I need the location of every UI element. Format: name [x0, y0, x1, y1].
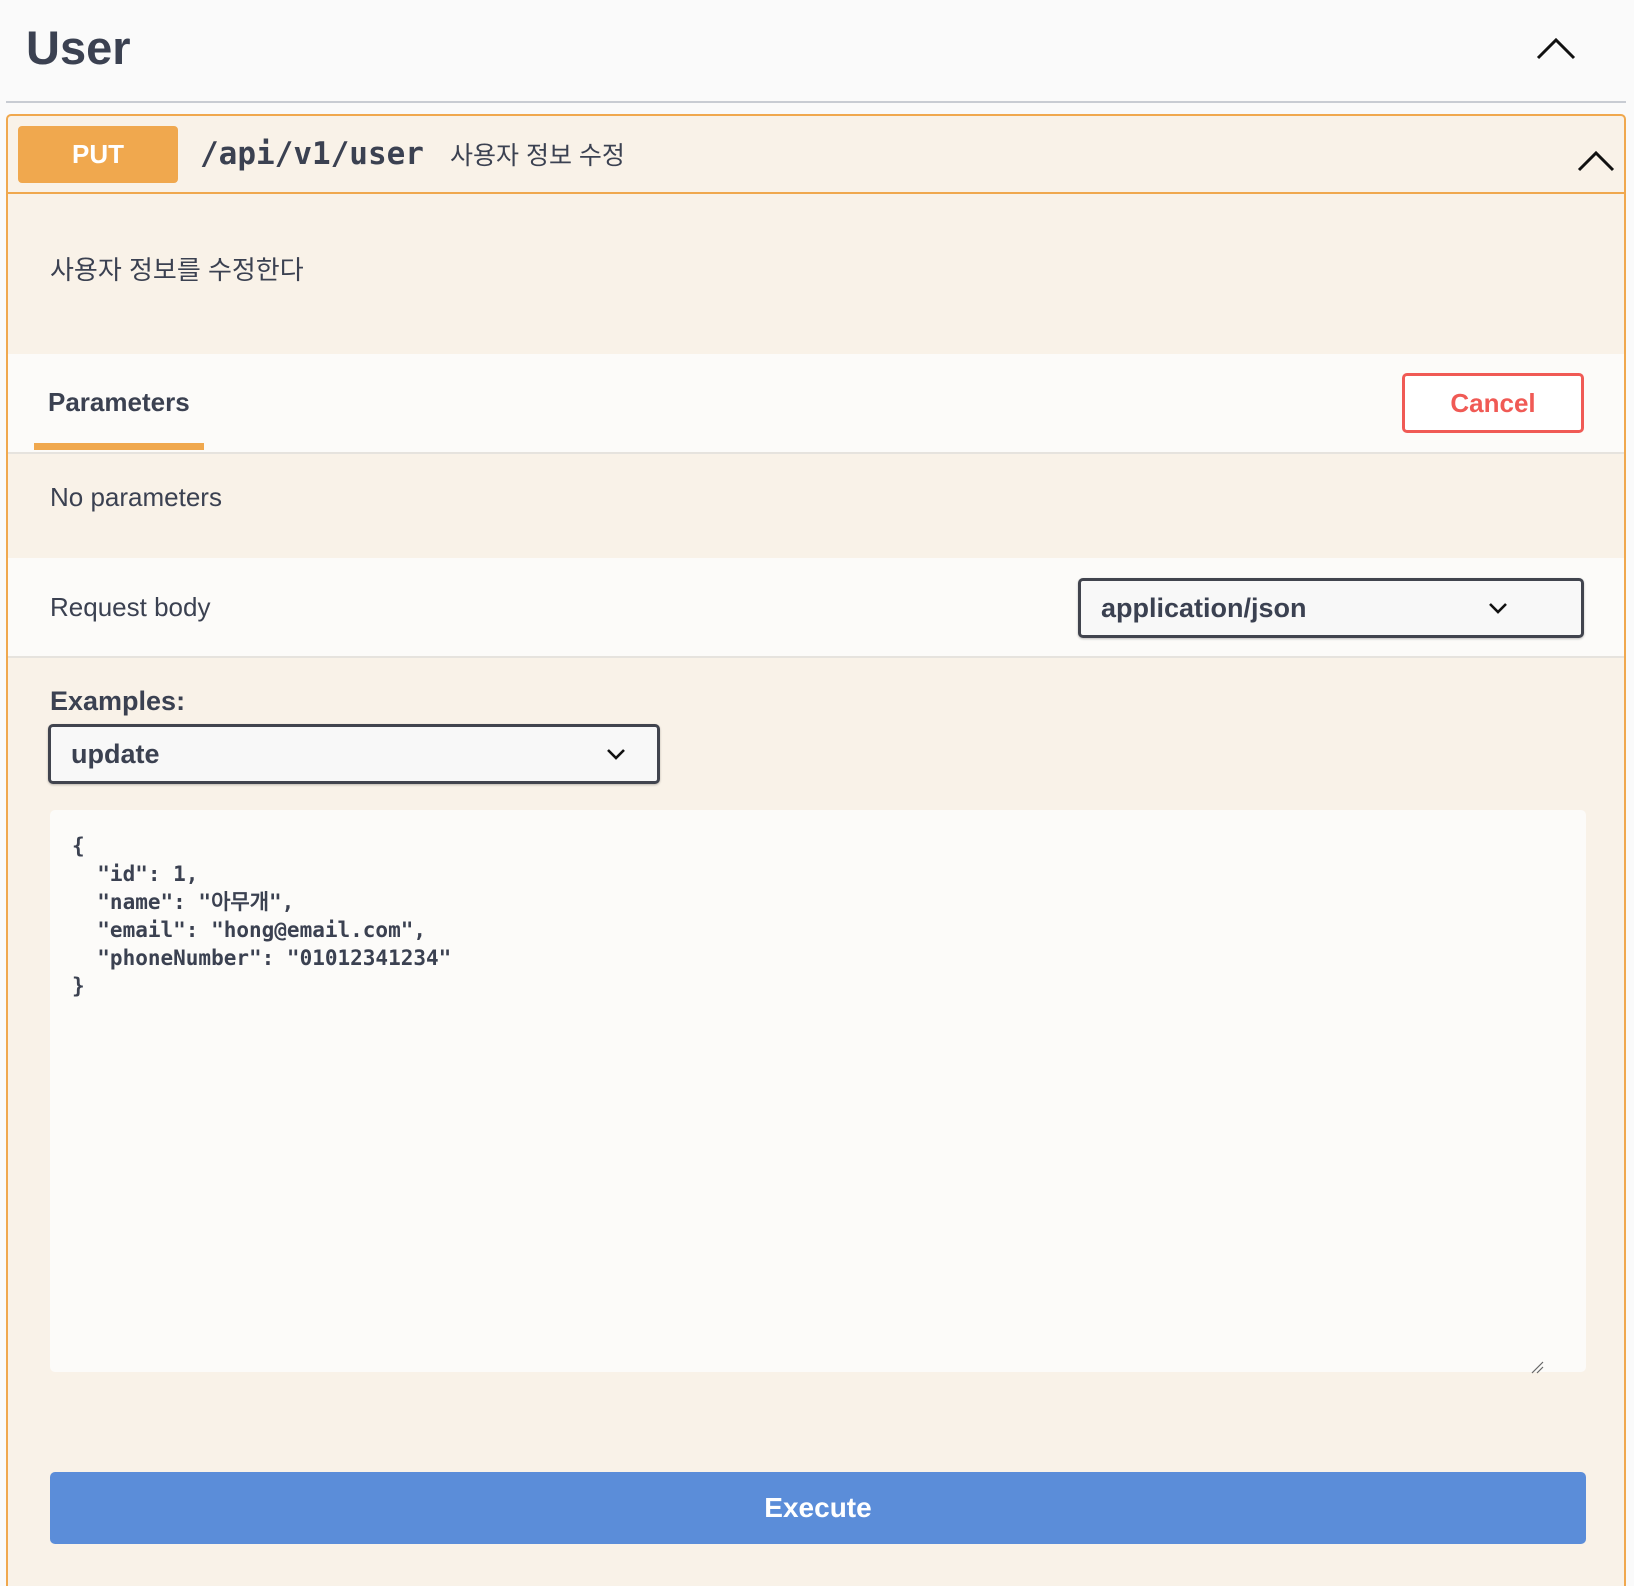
request-body-header: Request body application/json [8, 558, 1624, 658]
code-line: "phoneNumber": "01012341234" [72, 946, 452, 970]
examples-select[interactable]: update [48, 724, 660, 784]
content-type-select[interactable]: application/json [1078, 578, 1584, 638]
examples-select-value: update [71, 739, 160, 769]
cancel-button[interactable]: Cancel [1402, 373, 1584, 433]
operation-summary-text: 사용자 정보 수정 [450, 142, 625, 170]
tag-title: User [26, 21, 131, 74]
swagger-page: User PUT /api/v1/user 사용자 정보 수정 사용자 정보를 … [0, 0, 1634, 1586]
examples-label: Examples: [50, 686, 186, 716]
operation-block: PUT /api/v1/user 사용자 정보 수정 사용자 정보를 수정한다 … [6, 114, 1626, 1586]
operation-path: /api/v1/user [200, 136, 424, 172]
operation-description: 사용자 정보를 수정한다 [50, 255, 304, 285]
code-line: "name": "아무개", [72, 890, 295, 914]
parameters-header: Parameters Cancel [8, 354, 1624, 454]
resize-handle-icon[interactable] [1530, 1360, 1544, 1374]
request-body-label: Request body [50, 592, 211, 622]
operation-summary[interactable]: PUT /api/v1/user 사용자 정보 수정 [8, 116, 1624, 194]
request-body-editor[interactable]: { "id": 1, "name": "아무개", "email": "hong… [50, 810, 1586, 1372]
method-badge: PUT [18, 126, 178, 183]
tag-section-header[interactable]: User [6, 0, 1626, 103]
code-line: } [72, 974, 85, 998]
code-line: "email": "hong@email.com", [72, 918, 427, 942]
code-line: { [72, 834, 85, 858]
code-line: "id": 1, [72, 862, 199, 886]
tab-parameters[interactable]: Parameters [34, 354, 204, 450]
no-parameters-text: No parameters [50, 482, 222, 512]
chevron-up-icon[interactable] [1574, 142, 1618, 178]
chevron-up-icon[interactable] [1532, 28, 1580, 68]
execute-button[interactable]: Execute [50, 1472, 1586, 1544]
content-type-value: application/json [1101, 593, 1307, 623]
chevron-down-icon [607, 749, 625, 760]
tab-parameters-label: Parameters [48, 387, 190, 417]
chevron-down-icon [1489, 603, 1507, 614]
